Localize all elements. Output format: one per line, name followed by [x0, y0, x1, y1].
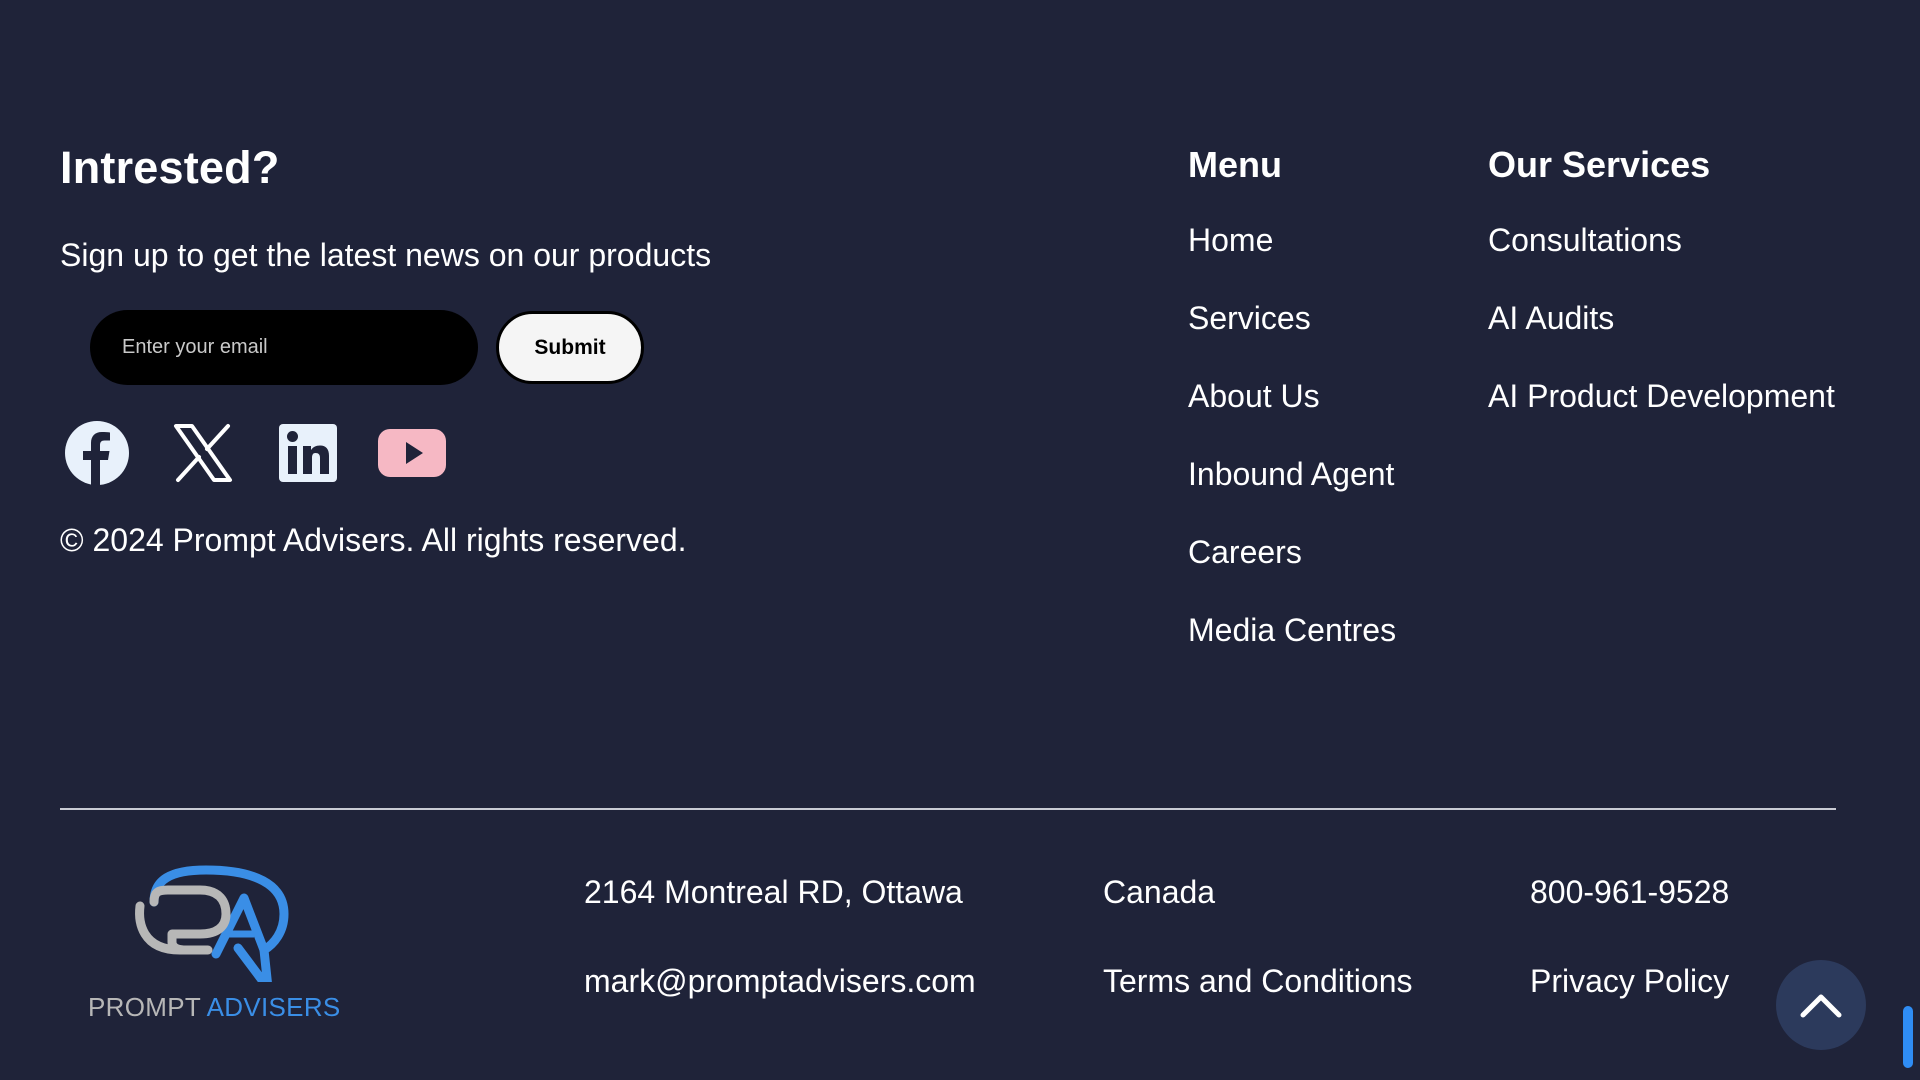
facebook-icon: [65, 421, 129, 486]
logo-mark-icon: [135, 865, 289, 982]
signup-tagline: Sign up to get the latest news on our pr…: [60, 237, 712, 273]
privacy-link[interactable]: Privacy Policy: [1530, 963, 1729, 1000]
services-link-consultations[interactable]: Consultations: [1488, 222, 1682, 259]
footer-divider: [60, 808, 1836, 810]
x-link[interactable]: [170, 420, 236, 486]
menu-link-media-centres[interactable]: Media Centres: [1188, 612, 1396, 649]
address-text: 2164 Montreal RD, Ottawa: [584, 874, 963, 910]
menu-link-about-us[interactable]: About Us: [1188, 378, 1320, 415]
phone-link[interactable]: 800-961-9528: [1530, 874, 1729, 911]
services-title: Our Services: [1488, 144, 1711, 185]
facebook-link[interactable]: [64, 420, 130, 486]
menu-link-inbound-agent[interactable]: Inbound Agent: [1188, 456, 1394, 493]
country-text: Canada: [1103, 874, 1216, 910]
logo-word-advisers: ADVISERS: [206, 992, 341, 1022]
prompt-advisers-logo[interactable]: PROMPT ADVISERS: [88, 862, 341, 1027]
email-input[interactable]: [90, 310, 478, 385]
logo-word-prompt: PROMPT: [88, 992, 201, 1022]
chevron-up-icon: [1800, 994, 1842, 1018]
menu-link-careers[interactable]: Careers: [1188, 534, 1302, 571]
x-icon: [174, 424, 232, 482]
youtube-link[interactable]: [377, 420, 447, 486]
menu-link-services[interactable]: Services: [1188, 300, 1311, 337]
menu-link-home[interactable]: Home: [1188, 222, 1273, 259]
linkedin-icon: [279, 424, 337, 482]
services-link-ai-audits[interactable]: AI Audits: [1488, 300, 1614, 337]
copyright: © 2024 Prompt Advisers. All rights reser…: [60, 522, 687, 558]
scrollbar-thumb[interactable]: [1903, 1006, 1913, 1068]
email-link[interactable]: mark@promptadvisers.com: [584, 963, 976, 1000]
linkedin-link[interactable]: [275, 420, 341, 486]
submit-button[interactable]: Submit: [496, 311, 644, 384]
terms-link[interactable]: Terms and Conditions: [1103, 963, 1412, 1000]
services-link-ai-product-development[interactable]: AI Product Development: [1488, 378, 1835, 415]
youtube-icon: [378, 429, 446, 477]
signup-heading: Intrested?: [60, 142, 280, 193]
back-to-top-button[interactable]: [1776, 960, 1866, 1050]
menu-title: Menu: [1188, 144, 1282, 185]
